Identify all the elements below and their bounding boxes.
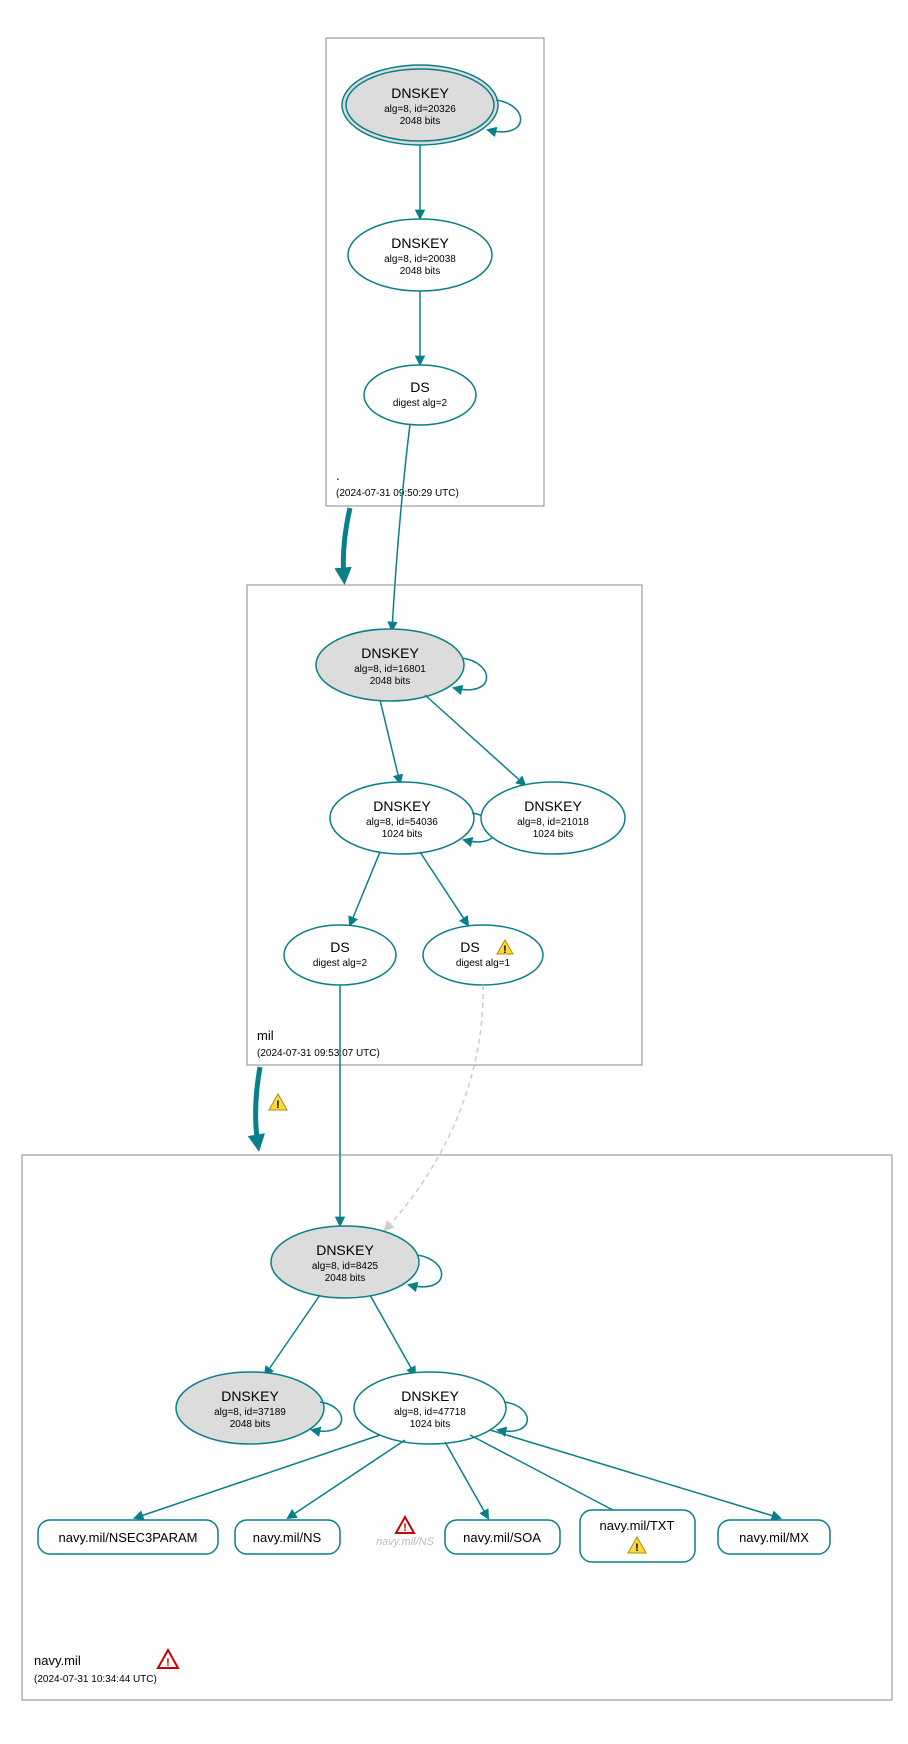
node-navy-zsk[interactable]: DNSKEY alg=8, id=47718 1024 bits [354,1372,506,1444]
error-icon: ! [158,1650,178,1669]
svg-text:DS: DS [410,379,429,395]
svg-text:navy.mil/NS: navy.mil/NS [253,1530,322,1545]
zone-time-root: (2024-07-31 09:50:29 UTC) [336,488,459,499]
node-mil-ds1[interactable]: DS digest alg=2 [284,925,396,985]
svg-text:alg=8, id=8425: alg=8, id=8425 [312,1261,379,1272]
edge-milksk-milzsk [380,700,400,783]
edge-milds2-navyksk [385,985,483,1230]
node-root-ksk[interactable]: DNSKEY alg=8, id=20326 2048 bits [342,65,498,145]
edge-zsk-ns [288,1440,405,1518]
svg-text:digest alg=2: digest alg=2 [313,958,368,969]
edge-navyksk-ksk2 [265,1295,320,1375]
svg-text:DNSKEY: DNSKEY [391,85,449,101]
rrset-ns[interactable]: navy.mil/NS [235,1520,340,1554]
edge-navyksk-zsk [370,1295,415,1375]
edge-rootds-milksk [392,424,410,630]
svg-text:alg=8, id=20038: alg=8, id=20038 [384,254,456,265]
svg-text:DNSKEY: DNSKEY [391,235,449,251]
svg-text:digest alg=2: digest alg=2 [393,398,448,409]
zone-label-navy: navy.mil [34,1653,81,1668]
svg-text:navy.mil/NS: navy.mil/NS [376,1536,435,1548]
svg-text:2048 bits: 2048 bits [400,116,441,127]
edge-zsk-soa [445,1442,488,1518]
svg-text:alg=8, id=37189: alg=8, id=37189 [214,1407,286,1418]
rrset-nsec3param[interactable]: navy.mil/NSEC3PARAM [38,1520,218,1554]
svg-text:DNSKEY: DNSKEY [373,798,431,814]
svg-text:DS: DS [330,939,349,955]
svg-text:2048 bits: 2048 bits [400,266,441,277]
svg-text:2048 bits: 2048 bits [325,1273,366,1284]
edge-milzsk-ds1 [350,852,380,925]
svg-text:DNSKEY: DNSKEY [524,798,582,814]
edge-milksk-milzsk2 [425,695,525,785]
svg-text:alg=8, id=16801: alg=8, id=16801 [354,664,426,675]
svg-text:navy.mil/NSEC3PARAM: navy.mil/NSEC3PARAM [59,1530,198,1545]
svg-text:!: ! [503,944,507,956]
edge-milzsk-ds2 [420,852,468,925]
svg-text:2048 bits: 2048 bits [230,1419,271,1430]
edge-zsk-nsec3 [135,1435,380,1518]
zone-time-navy: (2024-07-31 10:34:44 UTC) [34,1674,157,1685]
svg-text:1024 bits: 1024 bits [382,829,423,840]
svg-text:1024 bits: 1024 bits [410,1419,451,1430]
rrset-mx[interactable]: navy.mil/MX [718,1520,830,1554]
rrset-ns-gray: navy.mil/NS ! [376,1517,435,1548]
node-mil-zsk[interactable]: DNSKEY alg=8, id=54036 1024 bits [330,782,474,854]
svg-text:alg=8, id=20326: alg=8, id=20326 [384,104,456,115]
node-navy-ksk2[interactable]: DNSKEY alg=8, id=37189 2048 bits [176,1372,324,1444]
zone-label-mil: mil [257,1028,274,1043]
svg-text:DNSKEY: DNSKEY [316,1242,374,1258]
edge-zsk-mx [490,1430,780,1518]
svg-text:!: ! [276,1099,280,1111]
svg-text:digest alg=1: digest alg=1 [456,958,511,969]
edge-root-mil-deleg [343,508,350,578]
svg-text:DNSKEY: DNSKEY [401,1388,459,1404]
warning-icon: ! [269,1094,287,1111]
svg-text:!: ! [403,1522,407,1534]
rrset-txt[interactable]: navy.mil/TXT ! [580,1510,695,1562]
svg-text:!: ! [166,1657,170,1669]
node-mil-ksk[interactable]: DNSKEY alg=8, id=16801 2048 bits [316,629,464,701]
node-navy-ksk[interactable]: DNSKEY alg=8, id=8425 2048 bits [271,1226,419,1298]
svg-text:alg=8, id=54036: alg=8, id=54036 [366,817,438,828]
svg-text:DNSKEY: DNSKEY [361,645,419,661]
svg-text:!: ! [635,1542,639,1554]
svg-text:navy.mil/SOA: navy.mil/SOA [463,1530,541,1545]
zone-time-mil: (2024-07-31 09:53:07 UTC) [257,1048,380,1059]
node-root-zsk[interactable]: DNSKEY alg=8, id=20038 2048 bits [348,219,492,291]
svg-text:DNSKEY: DNSKEY [221,1388,279,1404]
zone-label-root: . [336,468,340,483]
node-root-ds[interactable]: DS digest alg=2 [364,365,476,425]
svg-text:alg=8, id=21018: alg=8, id=21018 [517,817,589,828]
edge-mil-navy-deleg [256,1067,260,1145]
error-icon: ! [396,1517,414,1534]
svg-text:navy.mil/TXT: navy.mil/TXT [600,1518,675,1533]
svg-text:alg=8, id=47718: alg=8, id=47718 [394,1407,466,1418]
rrset-soa[interactable]: navy.mil/SOA [445,1520,560,1554]
svg-text:navy.mil/MX: navy.mil/MX [739,1530,809,1545]
node-mil-zsk2[interactable]: DNSKEY alg=8, id=21018 1024 bits [481,782,625,854]
svg-text:2048 bits: 2048 bits [370,676,411,687]
svg-text:1024 bits: 1024 bits [533,829,574,840]
svg-text:DS: DS [460,939,479,955]
node-mil-ds2[interactable]: DS digest alg=1 ! [423,925,543,985]
